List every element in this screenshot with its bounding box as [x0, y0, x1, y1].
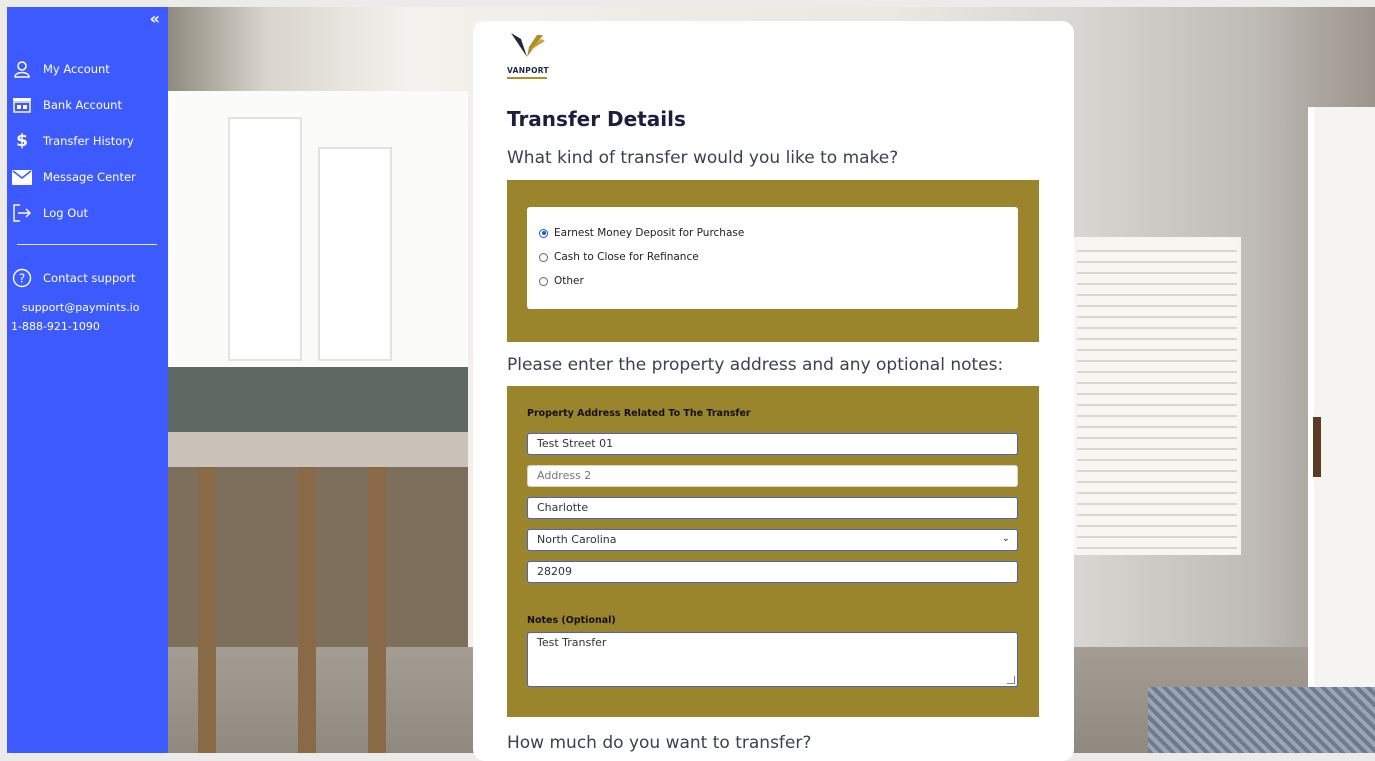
- window-shutter-shape: [1073, 237, 1241, 555]
- support-phone: 1-888-921-1090: [11, 320, 100, 333]
- svg-text:?: ?: [19, 272, 25, 286]
- cabinet-door-shape: [228, 117, 302, 361]
- sidebar-item-label: Transfer History: [43, 134, 134, 148]
- state-select[interactable]: North Carolina ⌄: [527, 529, 1018, 551]
- sidebar-item-my-account[interactable]: My Account: [11, 59, 110, 79]
- dollar-icon: $: [16, 131, 28, 151]
- vanport-logo: [507, 31, 565, 91]
- sidebar-item-log-out[interactable]: Log Out: [11, 203, 88, 223]
- notes-label: Notes (Optional): [527, 615, 616, 626]
- sidebar-divider: [17, 244, 157, 245]
- radio-button[interactable]: [539, 276, 548, 286]
- sidebar-item-label: Message Center: [43, 170, 136, 184]
- transfer-type-question: What kind of transfer would you like to …: [507, 148, 899, 168]
- sidebar-item-message-center[interactable]: Message Center: [11, 167, 136, 187]
- address-line2-input[interactable]: Address 2: [527, 465, 1018, 487]
- door-handle-shape: [1313, 417, 1321, 477]
- mail-icon: [11, 167, 33, 187]
- help-icon: ?: [11, 268, 33, 288]
- sidebar-item-label: My Account: [43, 62, 110, 76]
- resize-handle-icon[interactable]: [1007, 676, 1015, 684]
- logout-icon: [11, 203, 33, 223]
- collapse-sidebar-icon[interactable]: «: [150, 9, 160, 28]
- bank-icon: [11, 95, 33, 115]
- transfer-option-label: Earnest Money Deposit for Purchase: [554, 227, 745, 239]
- contact-support-label: Contact support: [43, 271, 136, 285]
- transfer-option-label: Cash to Close for Refinance: [554, 251, 699, 263]
- sidebar-item-label: Log Out: [43, 206, 89, 220]
- address-question: Please enter the property address and an…: [507, 355, 1004, 375]
- notes-value: Test Transfer: [537, 636, 607, 649]
- transfer-option[interactable]: Cash to Close for Refinance: [539, 245, 1006, 269]
- amount-question: How much do you want to transfer?: [507, 733, 812, 753]
- logo-text: VANPORT: [507, 66, 549, 75]
- stool-leg-shape: [198, 467, 216, 753]
- user-icon: [11, 59, 33, 79]
- sidebar-item-label: Bank Account: [43, 98, 122, 112]
- state-select-value: North Carolina: [537, 533, 617, 546]
- transfer-type-options: Earnest Money Deposit for Purchase Cash …: [527, 207, 1018, 309]
- sidebar-item-transfer-history[interactable]: $ Transfer History: [11, 131, 134, 151]
- backsplash-shape: [168, 367, 468, 437]
- doormat-shape: [1148, 687, 1375, 753]
- radio-button[interactable]: [539, 252, 548, 262]
- radio-button[interactable]: [539, 228, 548, 238]
- counter-shape: [168, 432, 468, 472]
- address-panel: Property Address Related To The Transfer…: [507, 386, 1039, 717]
- notes-textarea[interactable]: Test Transfer: [527, 632, 1018, 687]
- chevron-down-icon: ⌄: [1001, 533, 1010, 544]
- transfer-type-panel: Earnest Money Deposit for Purchase Cash …: [507, 180, 1039, 342]
- cabinet-door-shape: [318, 147, 392, 361]
- address-label: Property Address Related To The Transfer: [527, 408, 751, 419]
- zip-input[interactable]: 28209: [527, 561, 1018, 583]
- door-shape: [1308, 107, 1375, 707]
- stool-leg-shape: [368, 467, 386, 753]
- sidebar: « My Account Bank Account $ Transfer His…: [7, 7, 168, 753]
- support-email[interactable]: support@paymints.io: [22, 301, 140, 314]
- transfer-card: VANPORT Transfer Details What kind of tr…: [473, 21, 1074, 761]
- sidebar-item-bank-account[interactable]: Bank Account: [11, 95, 122, 115]
- logo-underline: [507, 77, 547, 79]
- city-input[interactable]: Charlotte: [527, 497, 1018, 519]
- address-line1-input[interactable]: Test Street 01: [527, 433, 1018, 455]
- transfer-option-label: Other: [554, 275, 584, 287]
- stool-leg-shape: [298, 467, 316, 753]
- transfer-option[interactable]: Other: [539, 269, 1006, 293]
- contact-support[interactable]: ? Contact support: [11, 268, 136, 288]
- page-title: Transfer Details: [507, 107, 686, 131]
- transfer-option[interactable]: Earnest Money Deposit for Purchase: [539, 221, 1006, 245]
